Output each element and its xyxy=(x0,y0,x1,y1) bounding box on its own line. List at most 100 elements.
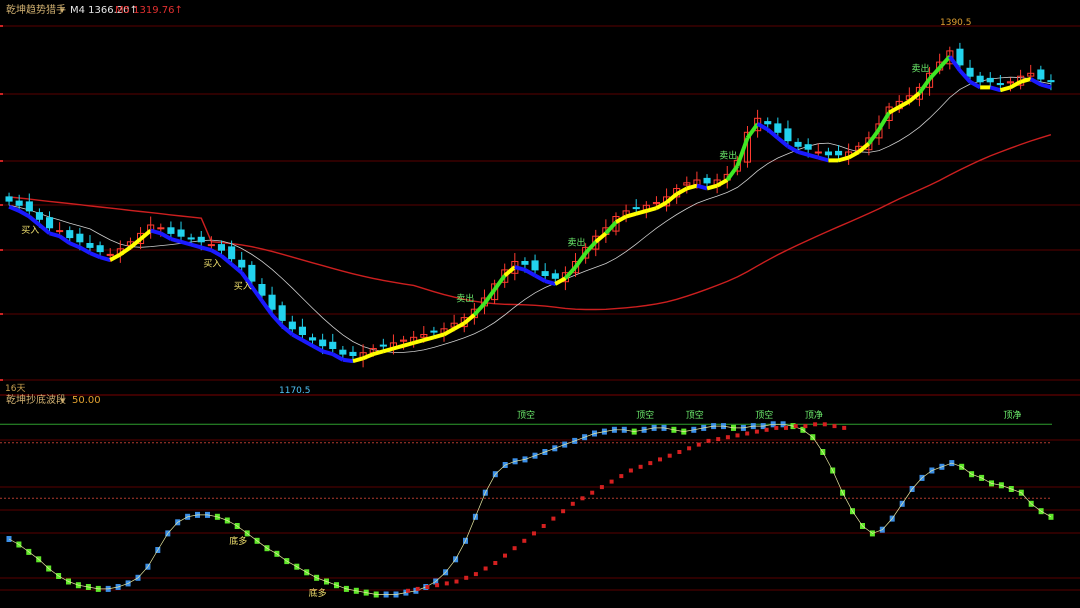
trend-segment xyxy=(433,332,445,340)
slow-wave-block xyxy=(774,425,779,430)
axis-tick xyxy=(0,204,3,206)
chart-canvas: 买入买入买入卖出卖出卖出卖出 底多底多顶空 顶空 顶空 顶空 顶净 顶净 乾坤趋势猎手 ▾… xyxy=(0,0,1080,608)
candle-down xyxy=(35,212,44,220)
candle-down xyxy=(96,245,104,253)
slow-wave-block xyxy=(696,442,701,447)
slow-wave-block xyxy=(473,572,478,577)
trend-segment xyxy=(1020,77,1032,84)
buy-signal-label: 买入 xyxy=(234,281,252,292)
candle-up xyxy=(56,230,64,233)
slow-wave-block xyxy=(425,585,430,589)
slow-wave-block xyxy=(764,427,769,432)
slow-wave-block xyxy=(464,575,469,580)
candle-down xyxy=(976,75,984,83)
ma5-label: M5 1319.76↑ xyxy=(115,5,183,16)
candle-down xyxy=(76,233,84,243)
trend-segment xyxy=(686,183,698,191)
slow-wave-block xyxy=(532,531,536,536)
sell-signal-label: 卖出 xyxy=(456,293,474,305)
trend-segment xyxy=(372,349,384,357)
candle-down xyxy=(784,128,792,142)
slow-wave-block xyxy=(570,501,575,506)
axis-tick xyxy=(0,93,3,95)
trend-segment xyxy=(200,245,212,253)
candle-up xyxy=(106,253,114,256)
candle-down xyxy=(298,326,306,336)
trend-segment xyxy=(999,85,1012,93)
candle-down xyxy=(996,83,1004,86)
slow-wave-block xyxy=(648,461,653,466)
candle-down xyxy=(228,246,236,260)
slow-wave-block xyxy=(435,583,440,588)
candle-down xyxy=(764,121,772,125)
slow-wave-block xyxy=(832,424,837,429)
slow-wave-block xyxy=(725,435,730,440)
candle-down xyxy=(1047,80,1055,83)
trend-segment xyxy=(989,85,1001,93)
candle-down xyxy=(46,217,54,229)
slow-wave-block xyxy=(687,446,692,451)
candle-down xyxy=(632,207,640,210)
slow-wave-block xyxy=(454,579,459,584)
trend-segment xyxy=(190,242,202,250)
axis-tick xyxy=(0,25,3,27)
slow-wave-block xyxy=(842,425,847,430)
slow-wave-block xyxy=(512,546,517,551)
slow-wave-block xyxy=(793,424,798,429)
candle-down xyxy=(551,273,559,279)
candle-down xyxy=(824,151,833,156)
sell-signal-label: 卖出 xyxy=(568,236,586,248)
slow-wave-block xyxy=(667,453,672,458)
slow-wave-block xyxy=(813,422,818,427)
bottom-long-signal-label: 底多 xyxy=(309,587,327,599)
low-value-label: 1170.5 xyxy=(279,386,311,396)
candle-down xyxy=(1037,69,1045,80)
sell-signal-label: 卖出 xyxy=(719,149,737,161)
slow-wave-block xyxy=(638,464,643,469)
candle-down xyxy=(258,284,266,296)
top-short-signal-label: 顶净 xyxy=(805,409,823,421)
trend-segment xyxy=(99,255,111,262)
candle-down xyxy=(804,144,812,150)
candle-down xyxy=(66,230,74,239)
chart-background xyxy=(0,0,1080,608)
slow-wave-block xyxy=(619,474,624,479)
candle-down xyxy=(309,337,317,341)
slow-wave-block xyxy=(599,485,604,490)
slow-wave-block xyxy=(754,429,759,434)
trend-segment xyxy=(706,183,718,191)
candle-down xyxy=(238,259,246,268)
top-short-signal-label: 顶空 xyxy=(636,409,654,421)
candle-down xyxy=(835,150,843,156)
chevron-down-icon[interactable]: ▾ xyxy=(60,396,65,406)
chevron-down-icon[interactable]: ▾ xyxy=(60,6,65,16)
candle-down xyxy=(329,341,337,349)
main-indicator-name[interactable]: 乾坤趋势猎手 xyxy=(6,3,66,16)
trend-segment xyxy=(170,237,182,244)
top-short-signal-label: 顶净 xyxy=(1003,409,1021,421)
candle-down xyxy=(956,48,964,66)
candle-down xyxy=(187,237,195,240)
slow-wave-block xyxy=(822,422,827,427)
sub-indicator-name[interactable]: 乾坤抄底波段 xyxy=(6,393,66,406)
slow-wave-block xyxy=(483,566,488,571)
slow-wave-block xyxy=(628,468,633,473)
trend-segment xyxy=(797,150,809,157)
buy-signal-label: 买入 xyxy=(203,259,221,270)
slow-wave-block xyxy=(609,479,614,484)
trend-segment xyxy=(807,152,819,160)
trend-segment xyxy=(645,206,657,213)
axis-tick xyxy=(0,249,3,251)
trend-segment xyxy=(322,349,334,357)
slow-wave-block xyxy=(716,437,721,442)
slow-wave-block xyxy=(580,496,585,501)
trend-segment xyxy=(696,183,708,191)
candle-down xyxy=(794,141,802,147)
trend-segment xyxy=(817,155,829,163)
slow-wave-block xyxy=(803,424,808,429)
trend-segment xyxy=(514,265,526,272)
candle-down xyxy=(5,196,13,202)
high-value-label: 1390.5 xyxy=(940,18,972,28)
candle-down xyxy=(86,243,94,248)
sell-signal-label: 卖出 xyxy=(911,62,929,74)
